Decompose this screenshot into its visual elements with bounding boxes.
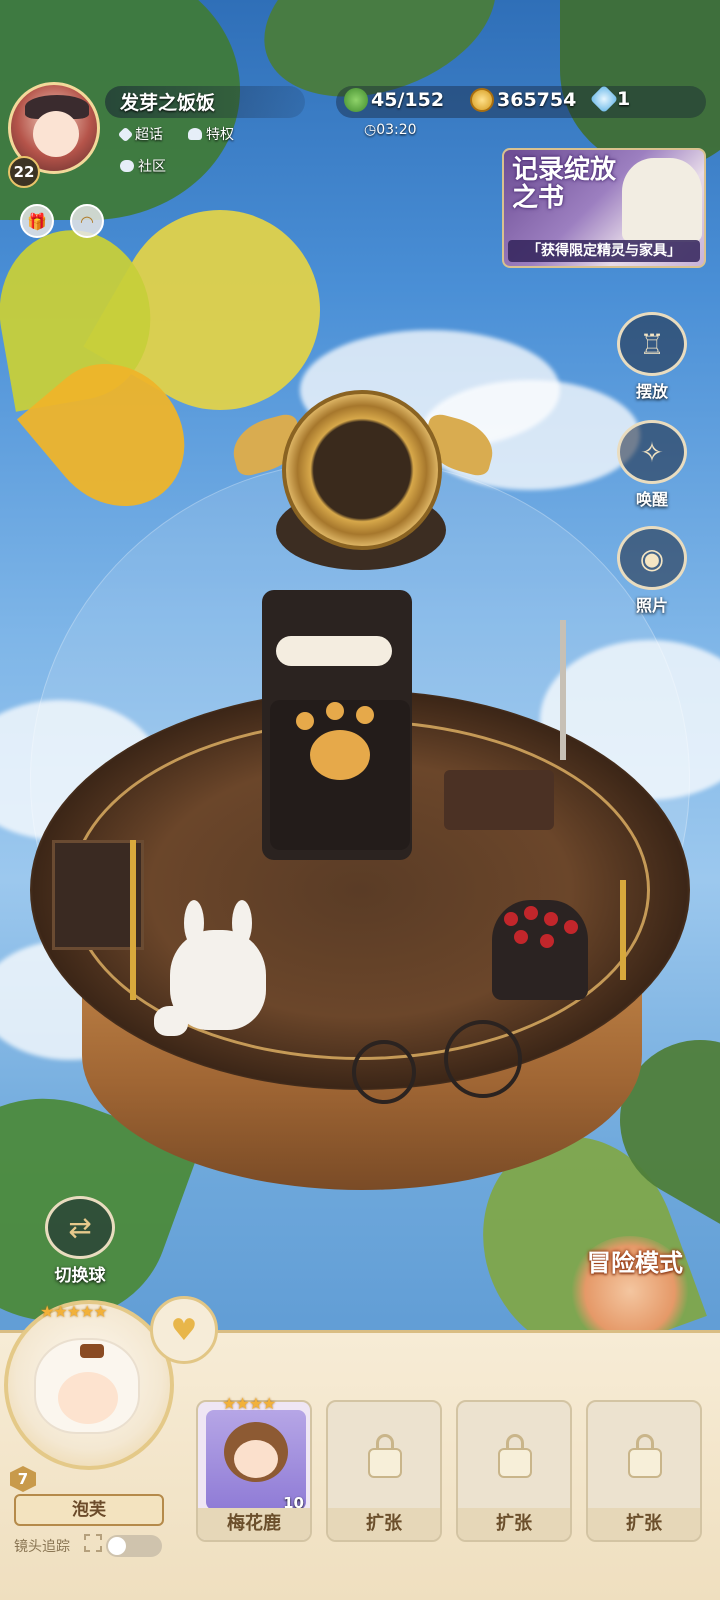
clover-count: 45/152 [371, 89, 445, 111]
chair-icon: ♖ [617, 312, 687, 376]
clover-timer: ◷03:20 [364, 122, 417, 138]
privilege-link[interactable]: 特权 [188, 124, 234, 144]
player-name[interactable]: 发芽之饭饭 [120, 88, 215, 115]
cherry [514, 930, 528, 944]
lock-icon [368, 1448, 402, 1478]
paw-print [296, 712, 314, 730]
affection-heart-button[interactable]: ♥ [150, 1296, 218, 1364]
timer-value: 03:20 [376, 122, 417, 138]
bird-lamp [560, 620, 566, 760]
camera-tracking-label: 镜头追踪 [14, 1539, 70, 1555]
super-topic-label: 超话 [135, 127, 163, 143]
toggle-knob [108, 1537, 126, 1555]
expand-slot[interactable]: 扩张 [456, 1400, 572, 1542]
companion-name: 梅花鹿 [198, 1508, 310, 1540]
crown-icon [188, 128, 202, 140]
clover-icon [344, 88, 368, 112]
companion-slot[interactable]: ★★★★ 10 梅花鹿 [196, 1394, 312, 1542]
hat-button[interactable]: ◠ [70, 204, 104, 238]
expand-slot[interactable]: 扩张 [326, 1400, 442, 1542]
compass-clock-furniture[interactable] [282, 390, 442, 550]
companion-stars: ★★★★ [222, 1394, 276, 1413]
lock-icon [498, 1448, 532, 1478]
lock-icon [628, 1448, 662, 1478]
privilege-label: 特权 [206, 127, 234, 143]
main-character-name[interactable]: 泡芙 [14, 1494, 164, 1526]
character-face [58, 1372, 118, 1424]
expand-slot[interactable]: 扩张 [586, 1400, 702, 1542]
community-label: 社区 [138, 159, 166, 175]
banner-subtitle: 「获得限定精灵与家具」 [508, 240, 700, 262]
clover-resource[interactable]: 45/152 [344, 88, 444, 112]
awaken-label: 唤醒 [635, 490, 668, 509]
heart-icon: ♥ [170, 1312, 198, 1348]
super-topic-link[interactable]: 超话 [117, 124, 163, 144]
switch-ball-button[interactable]: ⇄ 切换球 [30, 1196, 130, 1286]
bicycle-wheel [352, 1040, 416, 1104]
gem-count: 1 [617, 88, 631, 110]
small-rabbit [154, 1006, 188, 1036]
gold-resource[interactable]: 365754 [470, 88, 576, 112]
photo-button[interactable]: ◉ 照片 [614, 526, 690, 616]
gift-box-button[interactable]: 🎁 [20, 204, 54, 238]
diamond-icon [117, 126, 134, 142]
gramophone-desk-furniture[interactable] [444, 770, 554, 830]
banner-title: 记录绽放之书 [512, 155, 617, 213]
rabbit-ear [184, 900, 204, 946]
bone-pillow [276, 636, 392, 666]
character-bow [80, 1344, 104, 1358]
cherry [564, 920, 578, 934]
hat-icon: ◠ [80, 211, 94, 231]
expand-label: 扩张 [588, 1508, 700, 1540]
mask-icon [120, 160, 134, 172]
clock-icon: ◷ [364, 122, 377, 138]
camera-icon: ◉ [617, 526, 687, 590]
main-character-stars: ★★★★★ [40, 1302, 108, 1321]
place-label: 摆放 [635, 382, 668, 401]
gem-resource[interactable]: 1 [589, 84, 631, 114]
gold-coin-icon [470, 88, 494, 112]
swap-icon: ⇄ [45, 1196, 115, 1259]
cherry [544, 912, 558, 926]
companion-face [234, 1440, 278, 1478]
expand-label: 扩张 [458, 1508, 570, 1540]
paw-print [310, 730, 370, 780]
paw-print [326, 702, 344, 720]
expand-label: 扩张 [328, 1508, 440, 1540]
foliage-leaf [560, 0, 720, 170]
cherry [504, 912, 518, 926]
paw-print [356, 706, 374, 724]
switch-ball-label: 切换球 [54, 1266, 106, 1286]
focus-frame-icon [84, 1534, 102, 1552]
cherry [524, 906, 538, 920]
place-button[interactable]: ♖ 摆放 [614, 312, 690, 402]
player-level-badge: 22 [8, 156, 40, 188]
bird-icon: ✧ [617, 420, 687, 484]
lamp-post [130, 840, 136, 1000]
awaken-button[interactable]: ✧ 唤醒 [614, 420, 690, 510]
gem-icon [589, 84, 619, 114]
rabbit-ear [232, 900, 252, 946]
banner-character [622, 158, 702, 242]
gift-icon: 🎁 [27, 211, 47, 231]
community-link[interactable]: 社区 [120, 156, 166, 176]
gold-count: 365754 [497, 89, 577, 111]
cherry [540, 934, 554, 948]
bicycle-wheel [444, 1020, 522, 1098]
lamp-post [620, 880, 626, 980]
adventure-mode-label[interactable]: 冒险模式 [585, 1248, 685, 1278]
avatar-face [33, 111, 79, 157]
event-banner[interactable]: 记录绽放之书 「获得限定精灵与家具」 [502, 148, 706, 268]
photo-label: 照片 [635, 596, 668, 615]
